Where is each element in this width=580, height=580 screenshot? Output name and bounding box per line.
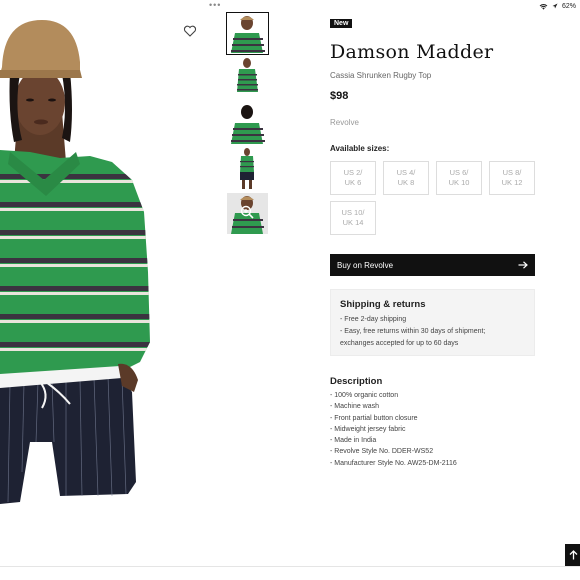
description-item: - Machine wash <box>330 403 380 411</box>
description-section: Description - 100% organic cotton - Mach… <box>330 376 535 469</box>
thumbnail-4[interactable] <box>227 148 268 189</box>
description-list: - 100% organic cotton - Machine wash - F… <box>330 390 535 469</box>
size-option[interactable]: US 10/ UK 14 <box>330 201 376 235</box>
description-item: - Revolve Style No. DDER-WS52 <box>330 448 434 456</box>
shipping-title: Shipping & returns <box>340 299 426 310</box>
product-name: Cassia Shrunken Rugby Top <box>330 71 432 80</box>
thumbnail-1[interactable] <box>226 12 269 55</box>
description-item: - Made in India <box>330 437 377 445</box>
thumbnail-gallery <box>226 12 269 238</box>
size-option[interactable]: US 2/ UK 6 <box>330 161 376 195</box>
scroll-to-top-button[interactable] <box>565 544 580 566</box>
seller-name[interactable]: Revolve <box>330 118 535 127</box>
location-icon <box>552 3 558 9</box>
description-item: - Midweight jersey fabric <box>330 425 406 433</box>
size-options: US 2/ UK 6 US 4/ UK 8 US 6/ UK 10 US 8/ … <box>330 161 535 235</box>
arrow-right-icon <box>518 261 528 269</box>
brand-name[interactable]: Damson Madder <box>330 41 535 63</box>
description-item: - Front partial button closure <box>330 414 418 422</box>
wifi-icon <box>539 3 548 10</box>
product-price: $98 <box>330 90 349 102</box>
shipping-line: exchanges accepted for up to 60 days <box>340 340 459 347</box>
thumbnail-5-zoom[interactable] <box>227 193 268 234</box>
status-bar: 62% <box>539 0 580 12</box>
product-info: New Damson Madder Cassia Shrunken Rugby … <box>330 12 535 469</box>
arrow-up-icon <box>569 550 577 560</box>
thumbnail-3[interactable] <box>227 103 268 144</box>
zoom-in-icon <box>240 205 254 219</box>
description-item: - 100% organic cotton <box>330 392 399 399</box>
new-badge: New <box>330 19 353 28</box>
heart-icon <box>183 25 197 37</box>
description-title: Description <box>330 376 383 387</box>
multitask-dots[interactable]: ••• <box>209 1 221 10</box>
main-product-image[interactable] <box>0 12 152 522</box>
shipping-line: - Free 2-day shipping <box>340 316 407 323</box>
buy-button[interactable]: Buy on Revolve <box>330 254 535 276</box>
divider <box>0 566 580 567</box>
size-option[interactable]: US 4/ UK 8 <box>383 161 429 195</box>
shipping-returns-box: Shipping & returns - Free 2-day shipping… <box>330 289 535 356</box>
description-item: - Manufacturer Style No. AW25-DM-2116 <box>330 459 457 467</box>
size-option[interactable]: US 8/ UK 12 <box>489 161 535 195</box>
battery-percent: 62% <box>561 2 576 10</box>
shipping-line: - Easy, free returns within 30 days of s… <box>340 328 486 335</box>
sizes-label: Available sizes: <box>330 144 390 153</box>
wishlist-heart-button[interactable] <box>183 24 197 38</box>
buy-button-label: Buy on Revolve <box>337 260 394 270</box>
size-option[interactable]: US 6/ UK 10 <box>436 161 482 195</box>
thumbnail-2[interactable] <box>227 58 268 99</box>
